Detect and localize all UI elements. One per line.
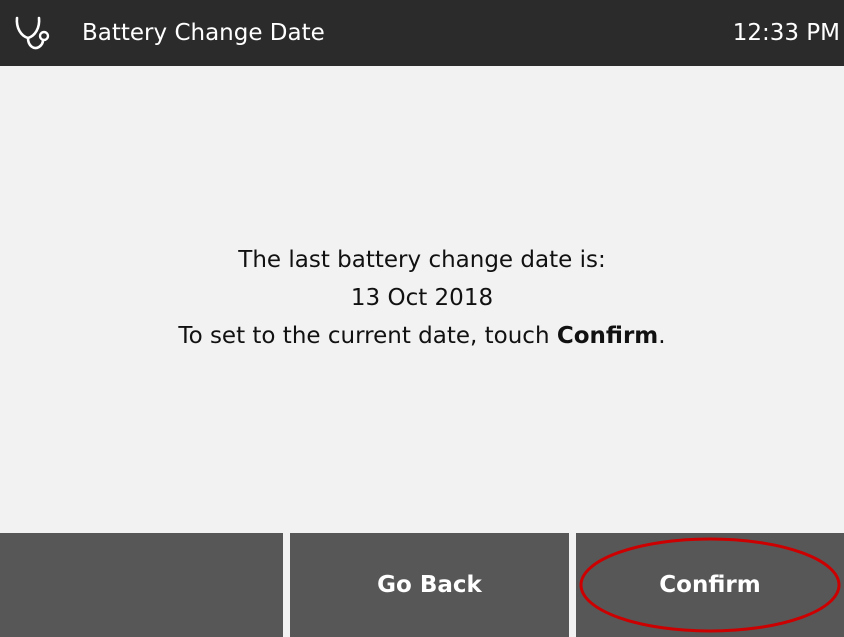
confirm-keyword: Confirm (556, 323, 659, 349)
page-title: Battery Change Date (82, 20, 325, 46)
battery-message: The last battery change date is: 13 Oct … (0, 241, 844, 355)
main-content: The last battery change date is: 13 Oct … (0, 66, 844, 533)
stethoscope-icon (15, 16, 50, 50)
confirm-button[interactable]: Confirm (576, 533, 844, 637)
header-bar: Battery Change Date 12:33 PM (0, 0, 844, 66)
instruction-period: . (658, 323, 666, 349)
message-line-1: The last battery change date is: (238, 247, 606, 273)
message-line-3: To set to the current date, touch Confir… (0, 317, 844, 355)
button-bar: Go Back Confirm (0, 533, 844, 637)
instruction-text: To set to the current date, touch (178, 323, 557, 349)
go-back-button[interactable]: Go Back (290, 533, 569, 637)
blank-button[interactable] (0, 533, 283, 637)
battery-change-date: 13 Oct 2018 (350, 285, 494, 311)
clock-time: 12:33 PM (732, 20, 840, 46)
